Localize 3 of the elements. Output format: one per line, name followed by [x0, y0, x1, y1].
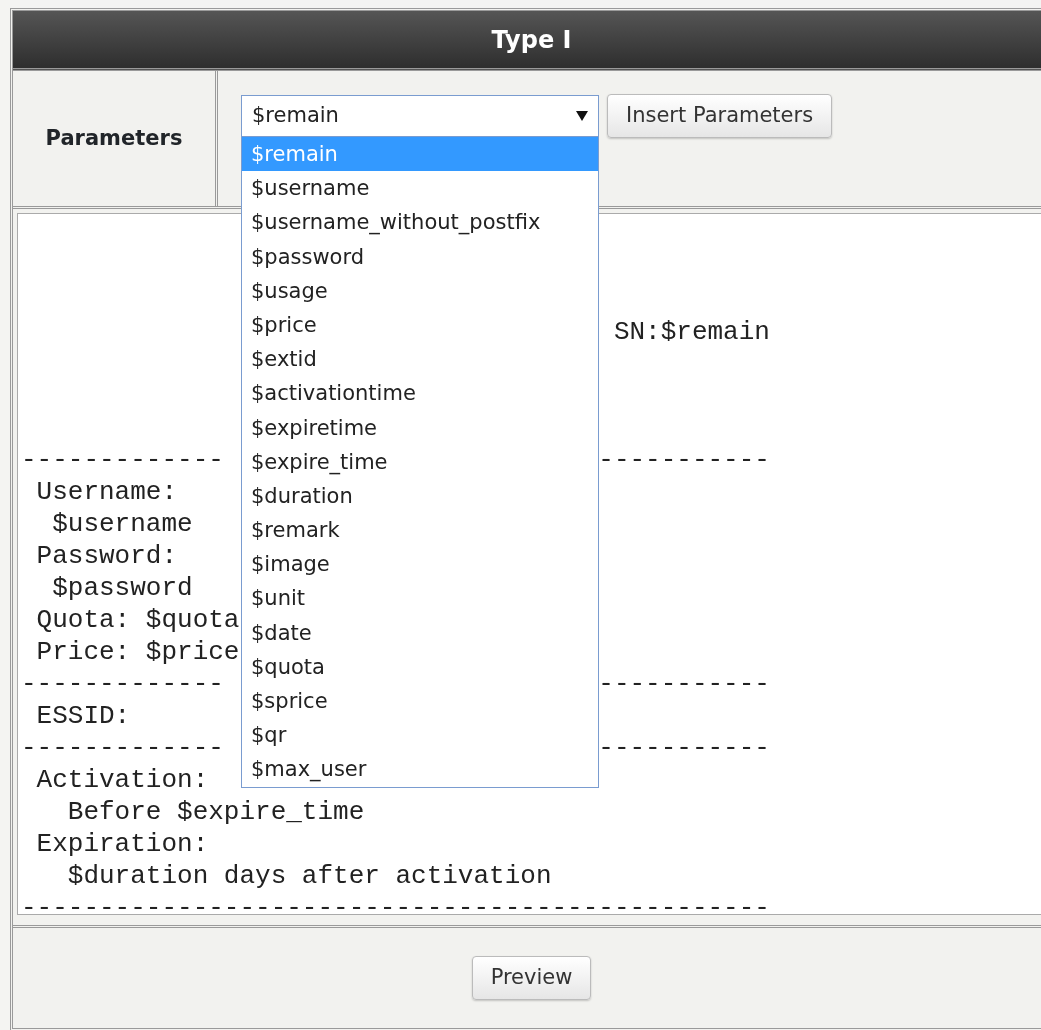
parameters-label: Parameters: [13, 71, 218, 206]
select-value: $remain: [252, 102, 339, 130]
header-title: Type I: [491, 24, 572, 56]
